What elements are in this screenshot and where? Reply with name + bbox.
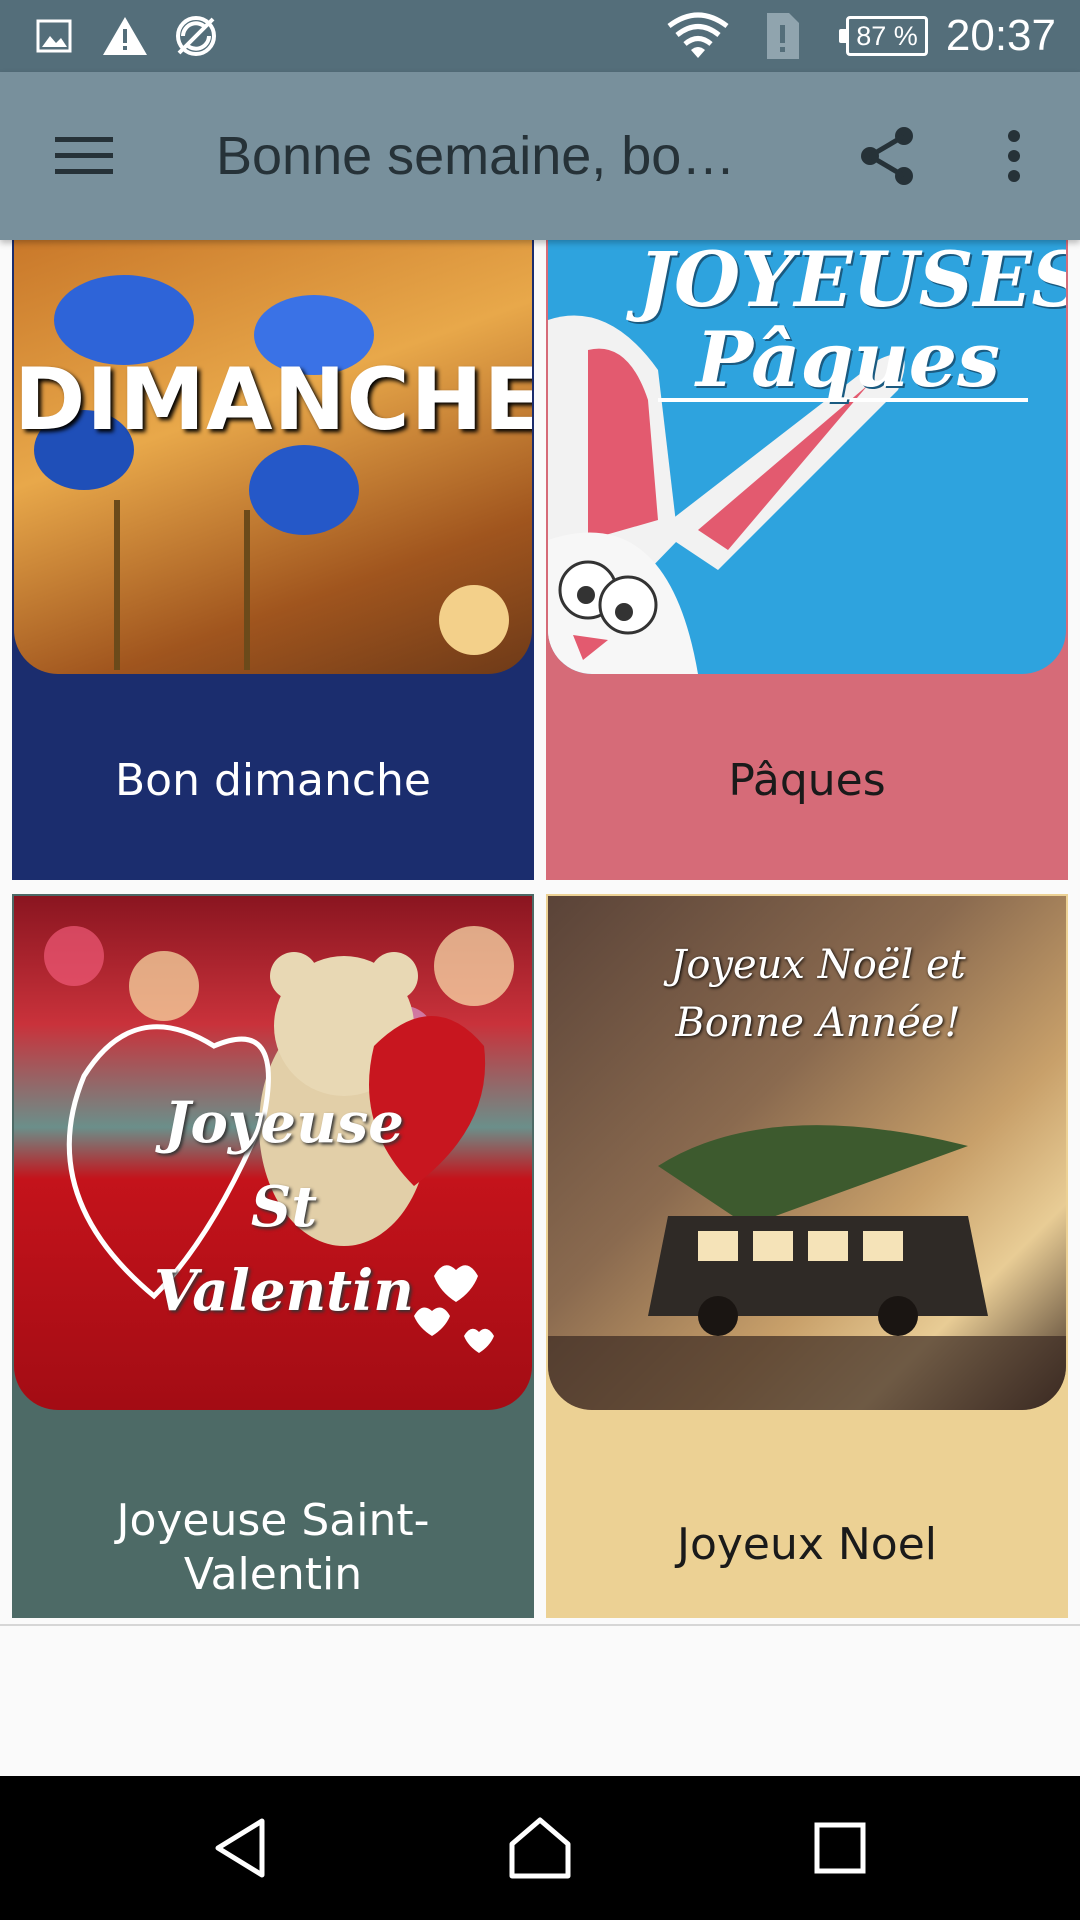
- share-icon[interactable]: [846, 114, 930, 198]
- category-grid: DIMANCHE Bon dimanche JOYEUSES Pâques Pâ…: [0, 240, 1080, 1626]
- card-label: Bon dimanche: [115, 755, 431, 806]
- card-saint-valentin[interactable]: Joyeuse St Valentin Joyeuse Saint-Valent…: [12, 894, 534, 1618]
- card-image-text: DIMANCHE: [14, 350, 532, 450]
- status-bar: 87 % 20:37: [0, 0, 1080, 72]
- card-joyeux-noel[interactable]: Joyeux Noël et Bonne Année! Joyeux Noel: [546, 894, 1068, 1618]
- back-icon[interactable]: [190, 1798, 290, 1898]
- more-vert-icon[interactable]: [972, 114, 1056, 198]
- system-nav-bar: [0, 1776, 1080, 1920]
- page-title: Bonne semaine, bo…: [216, 126, 736, 186]
- card-image: Joyeux Noël et Bonne Année!: [548, 896, 1066, 1410]
- card-image: DIMANCHE: [14, 240, 532, 674]
- card-bon-dimanche[interactable]: DIMANCHE Bon dimanche: [12, 240, 534, 880]
- card-label: Joyeuse Saint-Valentin: [116, 1495, 430, 1600]
- card-image: Joyeuse St Valentin: [14, 896, 532, 1410]
- recents-icon[interactable]: [790, 1798, 890, 1898]
- image-icon: [34, 14, 74, 58]
- card-paques[interactable]: JOYEUSES Pâques Pâques: [546, 240, 1068, 880]
- home-icon[interactable]: [490, 1798, 590, 1898]
- card-image-text: JOYEUSES Pâques: [638, 240, 1066, 404]
- warning-icon: [100, 14, 150, 58]
- hamburger-menu-icon[interactable]: [42, 114, 126, 198]
- card-label: Joyeux Noel: [676, 1519, 938, 1570]
- list-end-divider: [0, 1624, 1080, 1626]
- app-bar: Bonne semaine, bo…: [0, 72, 1080, 240]
- card-image-text: Joyeuse St Valentin: [153, 1090, 415, 1324]
- battery-icon: 87 %: [839, 16, 928, 56]
- card-image: JOYEUSES Pâques: [548, 240, 1066, 674]
- clock: 20:37: [945, 11, 1056, 60]
- sim-alert-icon: [762, 13, 802, 59]
- card-label: Pâques: [728, 755, 886, 806]
- card-image-text: Joyeux Noël et Bonne Année!: [670, 942, 966, 1046]
- no-sync-icon: [172, 14, 220, 58]
- wifi-icon: [666, 12, 730, 58]
